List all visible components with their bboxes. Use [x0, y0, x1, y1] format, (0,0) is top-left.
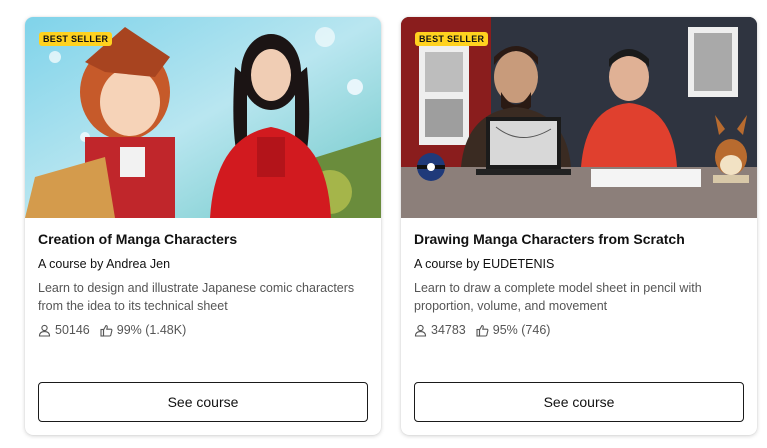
course-stats: 34783 95% (746): [414, 323, 560, 337]
course-description: Learn to draw a complete model sheet in …: [414, 281, 702, 313]
course-card[interactable]: BEST SELLER Drawing Manga Characters fro…: [401, 17, 757, 435]
rating: 99% (1.48K): [116, 323, 187, 337]
user-icon: [38, 324, 51, 337]
thumbs-up-icon: [100, 324, 113, 337]
course-card[interactable]: BEST SELLER Creation of Manga Characters…: [25, 17, 381, 435]
course-thumbnail-image: [401, 17, 757, 218]
see-course-button[interactable]: See course: [414, 382, 744, 422]
course-author: A course by Andrea Jen: [38, 257, 171, 271]
course-title[interactable]: Drawing Manga Characters from Scratch: [414, 231, 685, 247]
course-thumbnail[interactable]: BEST SELLER: [401, 17, 757, 218]
course-stats: 50146 99% (1.48K): [38, 323, 196, 337]
course-description: Learn to design and illustrate Japanese …: [38, 281, 355, 313]
course-thumbnail[interactable]: BEST SELLER: [25, 17, 381, 218]
best-seller-badge: BEST SELLER: [415, 32, 489, 46]
best-seller-badge: BEST SELLER: [39, 32, 113, 46]
user-icon: [414, 324, 427, 337]
course-author: A course by EUDETENIS: [414, 257, 555, 271]
student-count: 34783: [431, 323, 466, 337]
course-thumbnail-image: [25, 17, 381, 218]
rating: 95% (746): [492, 323, 551, 337]
thumbs-up-icon: [476, 324, 489, 337]
see-course-button[interactable]: See course: [38, 382, 368, 422]
student-count: 50146: [55, 323, 90, 337]
course-title[interactable]: Creation of Manga Characters: [38, 231, 237, 247]
